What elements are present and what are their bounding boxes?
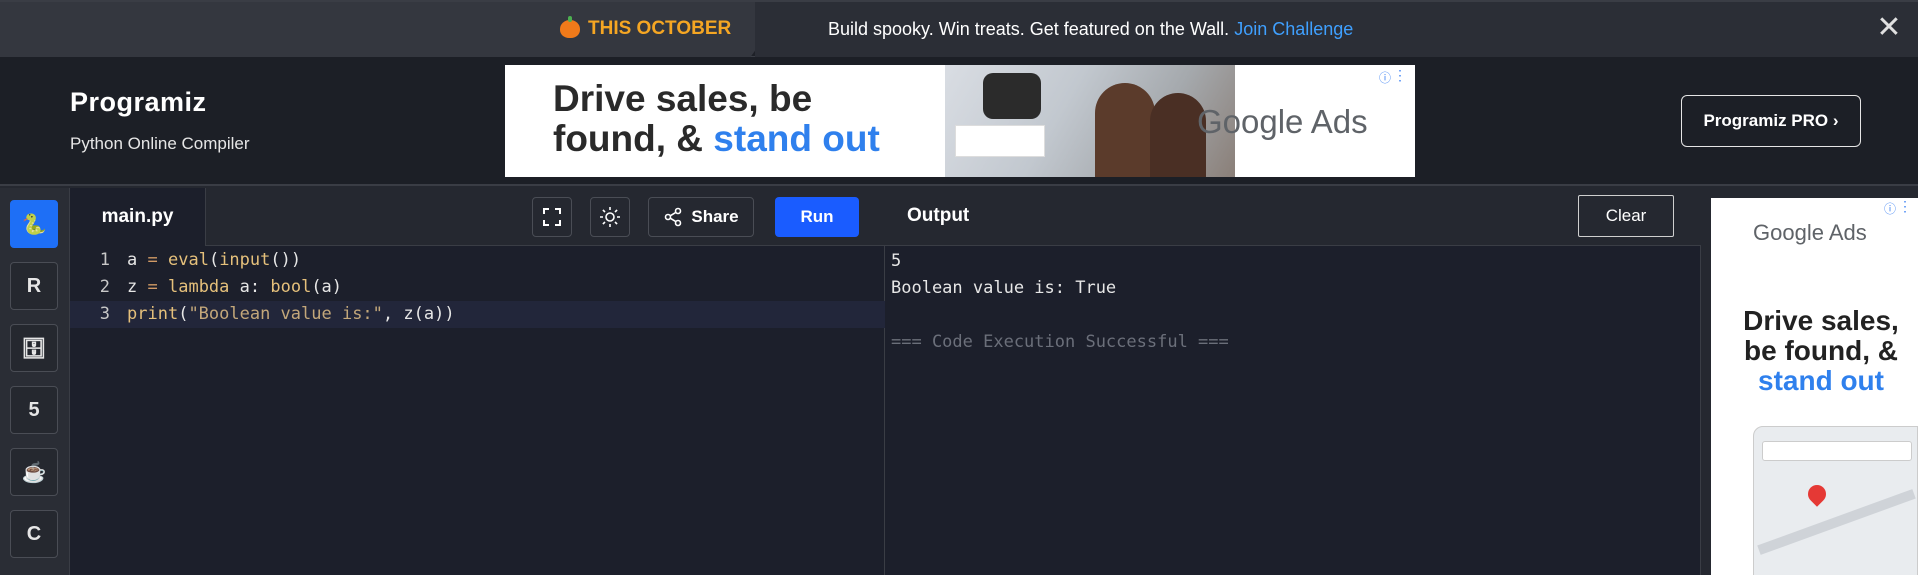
join-challenge-link[interactable]: Join Challenge (1234, 19, 1353, 39)
r-language-icon[interactable]: R (10, 262, 58, 310)
programiz-pro-button[interactable]: Programiz PRO › (1681, 95, 1861, 147)
side-ad-headline-a: Drive sales, be found, & (1743, 305, 1899, 366)
promo-tag-label: THIS OCTOBER (588, 18, 732, 39)
ad-info-icon[interactable]: ⓘ (1379, 69, 1391, 86)
map-road (1757, 489, 1916, 555)
output-line: Boolean value is: True (891, 278, 1117, 298)
ad-headline-line2-b: stand out (713, 118, 880, 159)
side-ad-headline-b: stand out (1758, 365, 1884, 396)
run-button[interactable]: Run (775, 197, 859, 237)
ad-headline-line2: found, & stand out (553, 119, 880, 159)
output-line-blank (891, 302, 1229, 329)
programiz-logo[interactable]: Programiz (70, 87, 207, 118)
clear-button[interactable]: Clear (1578, 195, 1674, 237)
map-search-bar (1762, 441, 1912, 461)
side-ad[interactable]: Google Ads Drive sales, be found, & stan… (1711, 198, 1918, 575)
close-icon[interactable]: ✕ (1876, 13, 1902, 43)
ad-menu-icon[interactable]: ⋮ (1393, 67, 1407, 84)
code-line[interactable]: 2 z = lambda a: bool(a) (70, 274, 885, 301)
line-number: 3 (99, 304, 110, 324)
ad-headline-line1: Drive sales, be (553, 78, 813, 119)
code-text: z = lambda a: bool(a) (127, 277, 343, 297)
output-title: Output (907, 205, 970, 226)
line-number: 2 (99, 277, 110, 297)
code-editor-panel: main.py Share Run 1 a = eval(input()) 2 … (70, 188, 885, 575)
ad-headline-line2-a: found, & (553, 118, 714, 159)
editor-toolbar: main.py Share Run (70, 188, 885, 246)
map-pin-icon (1804, 481, 1830, 507)
google-ads-logo: Google Ads (1753, 220, 1867, 245)
side-ad-column: Google Ads Drive sales, be found, & stan… (1701, 188, 1918, 575)
ad-device-image (983, 73, 1041, 119)
java-icon[interactable]: ☕ (10, 448, 58, 496)
output-line: 5 (891, 251, 902, 271)
execution-status: === Code Execution Successful === (891, 332, 1229, 352)
code-line-current[interactable]: 3 print("Boolean value is:", z(a)) (70, 301, 885, 328)
ad-card-image (955, 125, 1045, 157)
promo-message: Build spooky. Win treats. Get featured o… (828, 19, 1230, 39)
code-line[interactable]: 1 a = eval(input()) (70, 247, 885, 274)
ad-headline: Drive sales, be found, & stand out (553, 79, 880, 159)
code-text: a = eval(input()) (127, 250, 302, 270)
share-label: Share (691, 207, 739, 226)
line-number: 1 (99, 250, 110, 270)
code-area[interactable]: 1 a = eval(input()) 2 z = lambda a: bool… (70, 246, 885, 575)
ad-banner[interactable]: Drive sales, be found, & stand out Googl… (505, 65, 1415, 177)
python-icon[interactable]: 🐍 (10, 200, 58, 248)
google-ads-logo: Google Ads (1197, 103, 1368, 140)
c-language-icon[interactable]: C (10, 510, 58, 558)
promo-text: Build spooky. Win treats. Get featured o… (828, 19, 1353, 40)
sql-database-icon[interactable]: 🗄 (10, 324, 58, 372)
pumpkin-icon (560, 16, 580, 38)
ad-menu-icon[interactable]: ⋮ (1898, 198, 1912, 215)
file-tab-main-py[interactable]: main.py (70, 188, 206, 246)
header: Programiz Python Online Compiler Drive s… (0, 57, 1918, 186)
promo-banner: THIS OCTOBER Build spooky. Win treats. G… (0, 0, 1918, 57)
side-ad-headline: Drive sales, be found, & stand out (1731, 306, 1911, 396)
share-button[interactable]: Share (648, 197, 754, 237)
fullscreen-icon[interactable] (532, 197, 572, 237)
theme-toggle-icon[interactable] (590, 197, 630, 237)
output-console[interactable]: 5 Boolean value is: True === Code Executi… (891, 248, 1229, 356)
ad-photo (945, 65, 1235, 177)
language-rail: 🐍 R 🗄 5 ☕ C (0, 188, 70, 575)
ad-info-icon[interactable]: ⓘ (1884, 200, 1896, 217)
share-icon (665, 207, 682, 227)
html5-icon[interactable]: 5 (10, 386, 58, 434)
code-text: print("Boolean value is:", z(a)) (127, 304, 455, 324)
output-panel: Output Clear 5 Boolean value is: True ===… (885, 188, 1701, 575)
output-toolbar: Output Clear (885, 188, 1701, 246)
map-illustration (1753, 426, 1918, 575)
promo-tag: THIS OCTOBER (560, 16, 732, 40)
ad-person-image (1095, 83, 1155, 177)
page-subtitle: Python Online Compiler (70, 134, 250, 153)
